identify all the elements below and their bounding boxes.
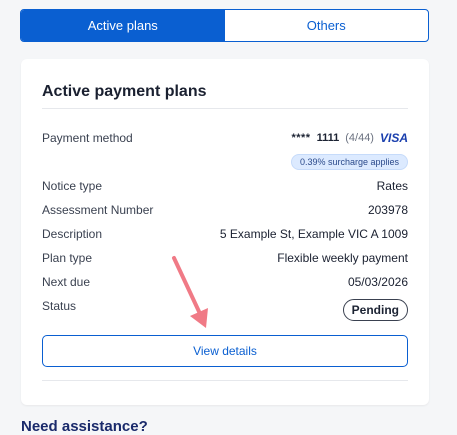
divider xyxy=(42,380,408,381)
detail-value: 05/03/2026 xyxy=(347,275,408,289)
payment-method-label: Payment method xyxy=(42,131,133,145)
card-last4: 1111 xyxy=(316,132,340,144)
payment-method-value: **** 1111 (4/44) VISA xyxy=(291,131,408,145)
detail-row-next-due: Next due 05/03/2026 xyxy=(42,275,408,289)
payment-plan-card: Active payment plans Payment method ****… xyxy=(21,59,429,405)
detail-label: Next due xyxy=(42,275,91,289)
tab-others[interactable]: Others xyxy=(225,10,429,41)
detail-label: Plan type xyxy=(42,251,93,265)
status-label: Status xyxy=(42,299,77,313)
detail-row-description: Description 5 Example St, Example VIC A … xyxy=(42,227,408,241)
detail-row-plan-type: Plan type Flexible weekly payment xyxy=(42,251,408,265)
card-title: Active payment plans xyxy=(42,83,207,100)
detail-value: Flexible weekly payment xyxy=(277,251,408,265)
visa-logo-icon: VISA xyxy=(379,131,408,145)
detail-value: 203978 xyxy=(367,203,408,217)
status-badge: Pending xyxy=(342,299,408,321)
detail-row-assessment-number: Assessment Number 203978 xyxy=(42,203,408,217)
divider xyxy=(42,108,408,109)
assistance-heading: Need assistance? xyxy=(21,418,148,435)
surcharge-badge: 0.39% surcharge applies xyxy=(290,154,408,170)
card-mask: **** xyxy=(291,132,311,144)
detail-row-notice-type: Notice type Rates xyxy=(42,179,408,193)
detail-value: 5 Example St, Example VIC A 1009 xyxy=(219,227,408,241)
annotation-arrow-icon xyxy=(172,256,208,328)
detail-row-status: Status Pending xyxy=(42,299,408,321)
view-details-button[interactable]: View details xyxy=(42,335,408,367)
detail-label: Notice type xyxy=(42,179,103,193)
detail-label: Description xyxy=(42,227,103,241)
detail-label: Assessment Number xyxy=(42,203,154,217)
plan-tabs: Active plans Others xyxy=(20,9,429,42)
tab-active-plans[interactable]: Active plans xyxy=(21,10,225,41)
card-expiry: (4/44) xyxy=(345,132,374,144)
payment-method-row: Payment method **** 1111 (4/44) VISA xyxy=(42,131,408,145)
detail-value: Rates xyxy=(376,179,408,193)
